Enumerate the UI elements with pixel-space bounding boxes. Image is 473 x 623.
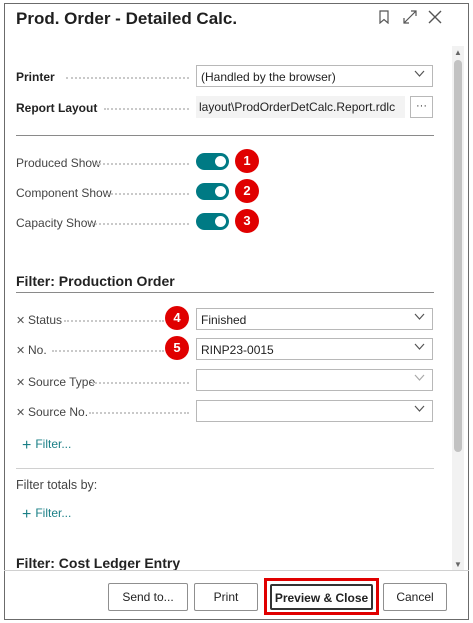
add-filter-link[interactable]: + Filter...: [22, 437, 71, 455]
no-filter-select[interactable]: RINP23-0015: [196, 338, 433, 360]
plus-icon: +: [22, 506, 32, 523]
footer-divider: [4, 570, 469, 571]
report-layout-field[interactable]: layout\ProdOrderDetCalc.Report.rdlc: [196, 96, 405, 118]
chevron-down-icon: [414, 404, 425, 416]
capacity-show-toggle[interactable]: [196, 213, 229, 230]
scroll-down-icon[interactable]: ▼: [454, 560, 462, 569]
filter-label: No.: [28, 343, 47, 357]
dot-leader: [104, 108, 189, 110]
printer-value: (Handled by the browser): [201, 70, 336, 84]
section-title-production-order: Filter: Production Order: [16, 273, 175, 289]
dot-leader: [92, 223, 189, 225]
print-button[interactable]: Print: [194, 583, 258, 611]
no-filter-value: RINP23-0015: [201, 343, 274, 357]
close-icon[interactable]: [428, 10, 442, 29]
printer-label: Printer: [16, 70, 55, 84]
remove-filter-icon[interactable]: ✕: [16, 376, 25, 389]
component-show-toggle[interactable]: [196, 183, 229, 200]
option-label: Capacity Show: [16, 216, 97, 230]
toggle-knob: [215, 216, 226, 227]
plus-icon: +: [22, 437, 32, 454]
filter-totals-label: Filter totals by:: [16, 478, 98, 492]
add-filter-label: Filter...: [35, 437, 72, 451]
chevron-down-icon: [414, 373, 425, 385]
send-to-button[interactable]: Send to...: [108, 583, 188, 611]
remove-filter-icon[interactable]: ✕: [16, 314, 25, 327]
divider: [16, 292, 434, 293]
source-type-filter-select[interactable]: [196, 369, 433, 391]
remove-filter-icon[interactable]: ✕: [16, 344, 25, 357]
dot-leader: [96, 163, 189, 165]
divider: [16, 468, 434, 469]
highlight-box: [264, 578, 379, 615]
bookmark-icon[interactable]: [379, 10, 389, 29]
dot-leader: [92, 382, 189, 384]
report-layout-assist-button[interactable]: ···: [410, 96, 433, 118]
toggle-knob: [215, 156, 226, 167]
scroll-thumb[interactable]: [454, 60, 462, 452]
vertical-scrollbar[interactable]: ▲ ▼: [452, 46, 464, 570]
expand-icon[interactable]: [403, 10, 417, 29]
dot-leader: [107, 193, 189, 195]
chevron-down-icon: [414, 312, 425, 324]
remove-filter-icon[interactable]: ✕: [16, 406, 25, 419]
cancel-button[interactable]: Cancel: [383, 583, 447, 611]
status-filter-select[interactable]: Finished: [196, 308, 433, 330]
callout-badge: 1: [235, 149, 259, 173]
scroll-up-icon[interactable]: ▲: [454, 48, 462, 57]
add-totals-filter-label: Filter...: [35, 506, 72, 520]
callout-badge: 4: [165, 306, 189, 330]
source-no-filter-select[interactable]: [196, 400, 433, 422]
report-layout-label: Report Layout: [16, 101, 98, 115]
option-label: Component Show: [16, 186, 112, 200]
divider: [16, 135, 434, 136]
filter-label: Source Type: [28, 375, 96, 389]
dialog-title: Prod. Order - Detailed Calc.: [16, 9, 238, 28]
section-title-cost-ledger-entry: Filter: Cost Ledger Entry: [16, 555, 181, 571]
option-label: Produced Show: [16, 156, 101, 170]
printer-select[interactable]: (Handled by the browser): [196, 65, 433, 87]
add-totals-filter-link[interactable]: + Filter...: [22, 506, 71, 524]
callout-badge: 3: [235, 209, 259, 233]
dot-leader: [89, 412, 189, 414]
dot-leader: [66, 77, 189, 79]
chevron-down-icon: [414, 342, 425, 354]
toggle-knob: [215, 186, 226, 197]
status-filter-value: Finished: [201, 313, 247, 327]
filter-label: Source No.: [28, 405, 89, 419]
dot-leader: [52, 350, 164, 352]
filter-label: Status: [28, 313, 63, 327]
dot-leader: [64, 320, 164, 322]
callout-badge: 5: [165, 336, 189, 360]
callout-badge: 2: [235, 179, 259, 203]
produced-show-toggle[interactable]: [196, 153, 229, 170]
chevron-down-icon: [414, 69, 425, 81]
